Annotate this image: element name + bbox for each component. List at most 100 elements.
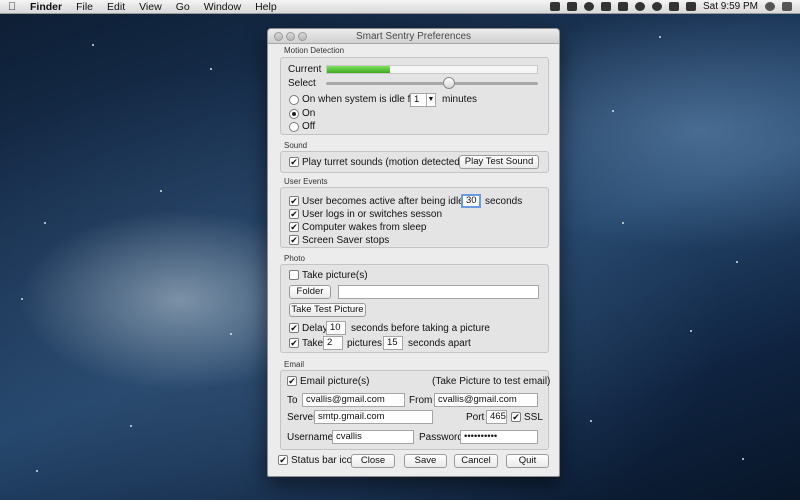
wake-label: Computer wakes from sleep <box>302 222 427 233</box>
take-label: Take <box>302 338 324 349</box>
password-field[interactable]: •••••••••• <box>460 430 538 444</box>
menu-file[interactable]: File <box>76 1 93 13</box>
dropbox-icon[interactable] <box>566 2 577 11</box>
sound-section-label: Sound <box>284 141 308 150</box>
status-bar-checkbox[interactable]: ✔ <box>278 455 288 465</box>
to-field[interactable]: cvallis@gmail.com <box>302 393 405 407</box>
menu-window[interactable]: Window <box>204 1 241 13</box>
delay-suffix: seconds before taking a picture <box>351 323 490 334</box>
delay-seconds-value: 10 <box>330 322 341 333</box>
save-button[interactable]: Save <box>404 454 447 468</box>
to-value: cvallis@gmail.com <box>306 394 385 405</box>
email-pictures-checkbox[interactable]: ✔ <box>287 376 297 386</box>
menubar-clock[interactable]: Sat 9:59 PM <box>703 1 758 12</box>
notification-center-icon[interactable] <box>782 2 792 11</box>
delay-label: Delay <box>302 323 328 334</box>
ssl-label: SSL <box>524 412 543 423</box>
user-active-checkbox[interactable]: ✔ <box>289 196 299 206</box>
on-radio[interactable] <box>289 109 299 119</box>
port-value: 465 <box>490 411 506 422</box>
password-value: •••••••••• <box>464 431 498 442</box>
current-label: Current <box>288 64 322 75</box>
sync-icon[interactable] <box>583 2 594 11</box>
menu-view[interactable]: View <box>139 1 162 13</box>
time-machine-icon[interactable] <box>634 2 645 11</box>
off-radio-label: Off <box>302 121 316 132</box>
current-level-meter <box>326 65 538 74</box>
delay-checkbox[interactable]: ✔ <box>289 323 299 333</box>
events-section-label: User Events <box>284 177 328 186</box>
folder-path-field[interactable] <box>338 285 539 299</box>
menu-go[interactable]: Go <box>176 1 190 13</box>
quit-button[interactable]: Quit <box>506 454 549 468</box>
username-field[interactable]: cvallis <box>332 430 414 444</box>
user-active-label: User becomes active after being idle for <box>302 196 479 207</box>
apart-seconds-field[interactable]: 15 <box>383 336 403 350</box>
preferences-window: Smart Sentry Preferences Motion Detectio… <box>267 28 560 477</box>
cancel-button[interactable]: Cancel <box>454 454 498 468</box>
menu-edit[interactable]: Edit <box>107 1 125 13</box>
spotlight-icon[interactable] <box>765 2 775 11</box>
sensitivity-slider-knob[interactable] <box>442 77 455 89</box>
wrench-icon[interactable] <box>600 2 611 11</box>
idle-seconds-value: 30 <box>466 195 477 206</box>
port-label: Port <box>466 412 485 423</box>
screensaver-checkbox[interactable]: ✔ <box>289 235 299 245</box>
folder-button[interactable]: Folder <box>289 285 331 299</box>
username-label: Username <box>287 432 334 443</box>
server-value: smtp.gmail.com <box>318 411 385 422</box>
menu-bar:  Finder File Edit View Go Window Help S… <box>0 0 800 14</box>
port-field[interactable]: 465 <box>486 410 507 424</box>
off-radio[interactable] <box>289 122 299 132</box>
battery-icon[interactable] <box>685 2 696 11</box>
close-window-icon[interactable] <box>274 32 283 41</box>
select-label: Select <box>288 78 316 89</box>
idle-units-label: minutes <box>442 94 478 105</box>
email-group: ✔ Email picture(s) (Take Picture to test… <box>280 370 551 450</box>
take-pictures-checkbox[interactable] <box>289 270 299 280</box>
menu-finder[interactable]: Finder <box>30 1 62 13</box>
status-bar-label: Status bar icon <box>291 455 358 466</box>
email-hint: (Take Picture to test email) <box>432 376 551 387</box>
picture-count-value: 2 <box>327 337 333 348</box>
wifi-icon[interactable] <box>651 2 662 11</box>
username-value: cvallis <box>336 431 362 442</box>
from-field[interactable]: cvallis@gmail.com <box>434 393 538 407</box>
close-button[interactable]: Close <box>351 454 395 468</box>
chevron-down-icon[interactable]: ▼ <box>426 94 435 106</box>
take-test-picture-button[interactable]: Take Test Picture <box>289 303 366 317</box>
server-field[interactable]: smtp.gmail.com <box>314 410 433 424</box>
wake-checkbox[interactable]: ✔ <box>289 222 299 232</box>
photo-section-label: Photo <box>284 254 305 263</box>
picture-count-field[interactable]: 2 <box>323 336 343 350</box>
camera-icon[interactable] <box>549 2 560 11</box>
turret-sounds-checkbox[interactable]: ✔ <box>289 157 299 167</box>
from-value: cvallis@gmail.com <box>438 394 517 405</box>
window-titlebar[interactable]: Smart Sentry Preferences <box>268 29 559 44</box>
volume-icon[interactable] <box>668 2 679 11</box>
idle-minutes-select[interactable]: 1 ▼ <box>410 93 436 107</box>
idle-seconds-field[interactable]: 30 <box>461 194 481 208</box>
zoom-window-icon[interactable] <box>298 32 307 41</box>
on-radio-label: On <box>302 108 316 119</box>
minimize-window-icon[interactable] <box>286 32 295 41</box>
sensitivity-slider-track[interactable] <box>326 77 538 89</box>
user-login-checkbox[interactable]: ✔ <box>289 209 299 219</box>
bluetooth-icon[interactable] <box>617 2 628 11</box>
motion-section-label: Motion Detection <box>284 46 345 55</box>
user-login-label: User logs in or switches sesson <box>302 209 443 220</box>
password-label: Password <box>419 432 463 443</box>
sound-group: ✔ Play turret sounds (motion detected) P… <box>280 151 549 173</box>
take-count-checkbox[interactable]: ✔ <box>289 338 299 348</box>
ssl-checkbox[interactable]: ✔ <box>511 412 521 422</box>
pictures-label: pictures <box>347 338 383 349</box>
play-test-sound-button[interactable]: Play Test Sound <box>459 155 539 169</box>
menu-help[interactable]: Help <box>255 1 277 13</box>
take-pictures-label: Take picture(s) <box>302 270 368 281</box>
delay-seconds-field[interactable]: 10 <box>326 321 346 335</box>
to-label: To <box>287 395 298 406</box>
apple-menu-icon[interactable]:  <box>8 1 20 13</box>
email-section-label: Email <box>284 360 305 369</box>
idle-radio-label: On when system is idle for <box>302 94 420 105</box>
idle-radio[interactable] <box>289 95 299 105</box>
